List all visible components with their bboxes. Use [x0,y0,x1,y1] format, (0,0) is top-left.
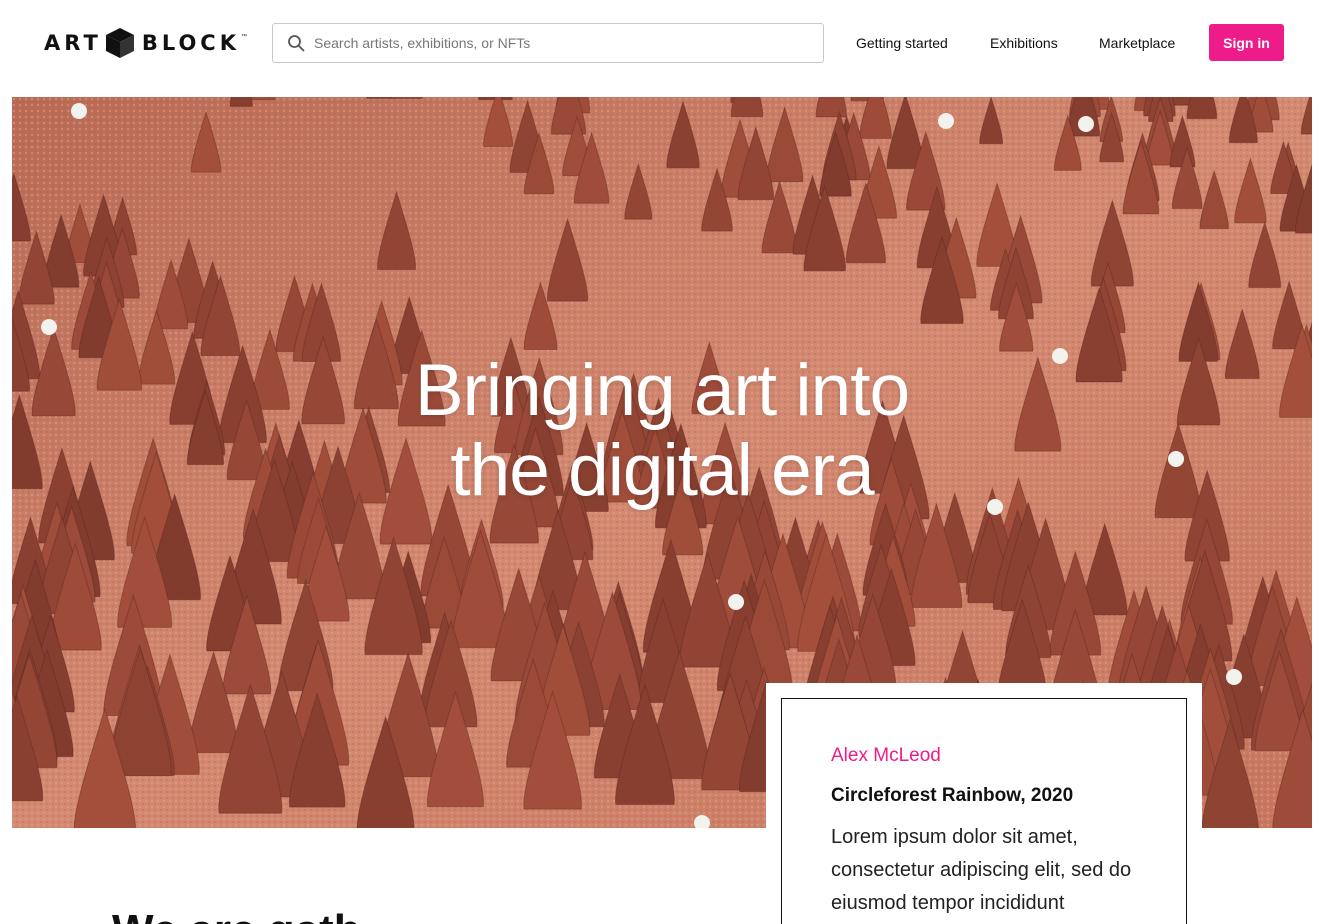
white-orb [728,594,744,610]
sign-in-button[interactable]: Sign in [1209,24,1284,61]
tree-cone [1186,97,1218,120]
hero-title: Bringing art into the digital era [414,350,910,511]
white-orb [1052,348,1068,364]
cube-icon [105,28,134,58]
site-header: ART BLOCK ™ Getting started Exhibitions … [0,0,1325,96]
section-heading: We are gath [112,906,361,924]
search-input[interactable] [314,35,794,51]
featured-artist-name[interactable]: Alex McLeod [831,745,1138,767]
featured-artwork-description: Lorem ipsum dolor sit amet, consectetur … [831,826,1132,914]
featured-artwork-card[interactable]: Alex McLeod Circleforest Rainbow, 2020 L… [781,698,1187,924]
tree-cone [366,97,394,100]
tree-cone [229,97,253,107]
white-orb [1168,451,1184,467]
artblock-logo[interactable]: ART BLOCK ™ [44,26,247,60]
logo-text-art: ART [44,31,102,55]
white-orb [938,113,954,129]
tree-cone [251,97,276,101]
white-orb [41,319,57,335]
nav-link-marketplace[interactable]: Marketplace [1099,23,1175,63]
white-orb [71,103,87,119]
nav-link-getting-started[interactable]: Getting started [856,23,948,63]
trademark-symbol: ™ [241,34,247,40]
white-orb [1226,669,1242,685]
tree-cone [730,97,764,118]
search-bar[interactable] [272,23,824,63]
tree-cone [815,97,847,118]
nav-link-exhibitions[interactable]: Exhibitions [990,23,1058,63]
search-icon [288,35,305,52]
logo-text-block: BLOCK [141,31,240,55]
tree-cone [390,97,423,100]
white-orb [987,499,1003,515]
white-orb [1078,116,1094,132]
featured-artwork-title: Circleforest Rainbow, 2020 [831,785,1074,806]
